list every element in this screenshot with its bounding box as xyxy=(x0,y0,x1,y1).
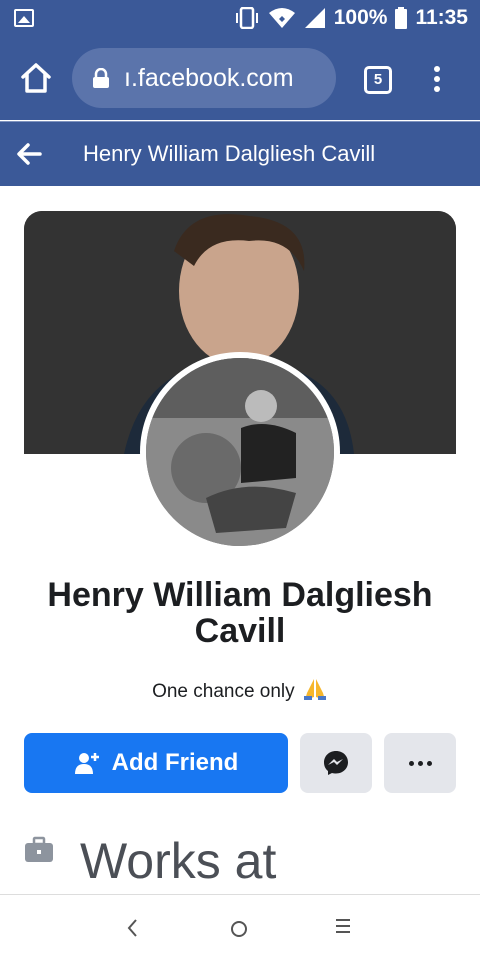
profile-bio: One chance only xyxy=(24,677,456,707)
more-options-button[interactable] xyxy=(384,733,456,793)
arrow-left-icon xyxy=(17,143,42,165)
url-text: ı.facebook.com xyxy=(124,64,294,92)
status-right: 100% 11:35 xyxy=(234,0,468,36)
messenger-icon xyxy=(324,751,348,775)
address-bar[interactable]: ı.facebook.com xyxy=(72,48,336,108)
home-icon xyxy=(21,63,51,93)
lock-icon xyxy=(92,67,110,88)
folded-hands-emoji-icon xyxy=(302,677,328,707)
header-title: Henry William Dalgliesh Cavill xyxy=(83,141,376,166)
profile-name: Henry William Dalgliesh Cavill xyxy=(47,576,433,650)
back-button[interactable] xyxy=(14,140,46,168)
battery-icon xyxy=(395,7,408,29)
wifi-icon xyxy=(268,7,296,29)
clock-time: 11:35 xyxy=(415,6,468,29)
page-header: Henry William Dalgliesh Cavill xyxy=(0,121,480,186)
nav-back-button[interactable] xyxy=(126,917,138,945)
avatar xyxy=(146,358,334,546)
nav-recents-button[interactable] xyxy=(336,919,350,935)
bio-text: One chance only xyxy=(152,681,295,703)
profile-picture[interactable] xyxy=(140,352,340,552)
browser-toolbar: ı.facebook.com 5 xyxy=(0,36,480,120)
battery-text: 100% xyxy=(333,6,388,29)
dot xyxy=(408,760,414,766)
nav-home-button[interactable] xyxy=(231,921,247,937)
chevron-left-icon xyxy=(127,919,137,937)
gallery-icon xyxy=(14,9,34,27)
add-person-icon xyxy=(74,753,99,774)
dot xyxy=(426,760,432,766)
status-bar: 100% 11:35 xyxy=(0,0,480,36)
home-button[interactable] xyxy=(18,60,54,96)
add-friend-label: Add Friend xyxy=(111,749,239,776)
system-navigation-bar xyxy=(0,894,480,960)
overflow-menu-button[interactable] xyxy=(430,66,444,94)
signal-icon xyxy=(304,7,326,29)
message-button[interactable] xyxy=(300,733,372,793)
add-friend-button[interactable]: Add Friend xyxy=(24,733,288,793)
works-at-heading: Works at xyxy=(80,833,277,889)
briefcase-icon xyxy=(24,836,54,864)
vibrate-icon xyxy=(234,7,260,29)
tab-switcher-button[interactable]: 5 xyxy=(364,66,392,94)
dot xyxy=(417,760,423,766)
